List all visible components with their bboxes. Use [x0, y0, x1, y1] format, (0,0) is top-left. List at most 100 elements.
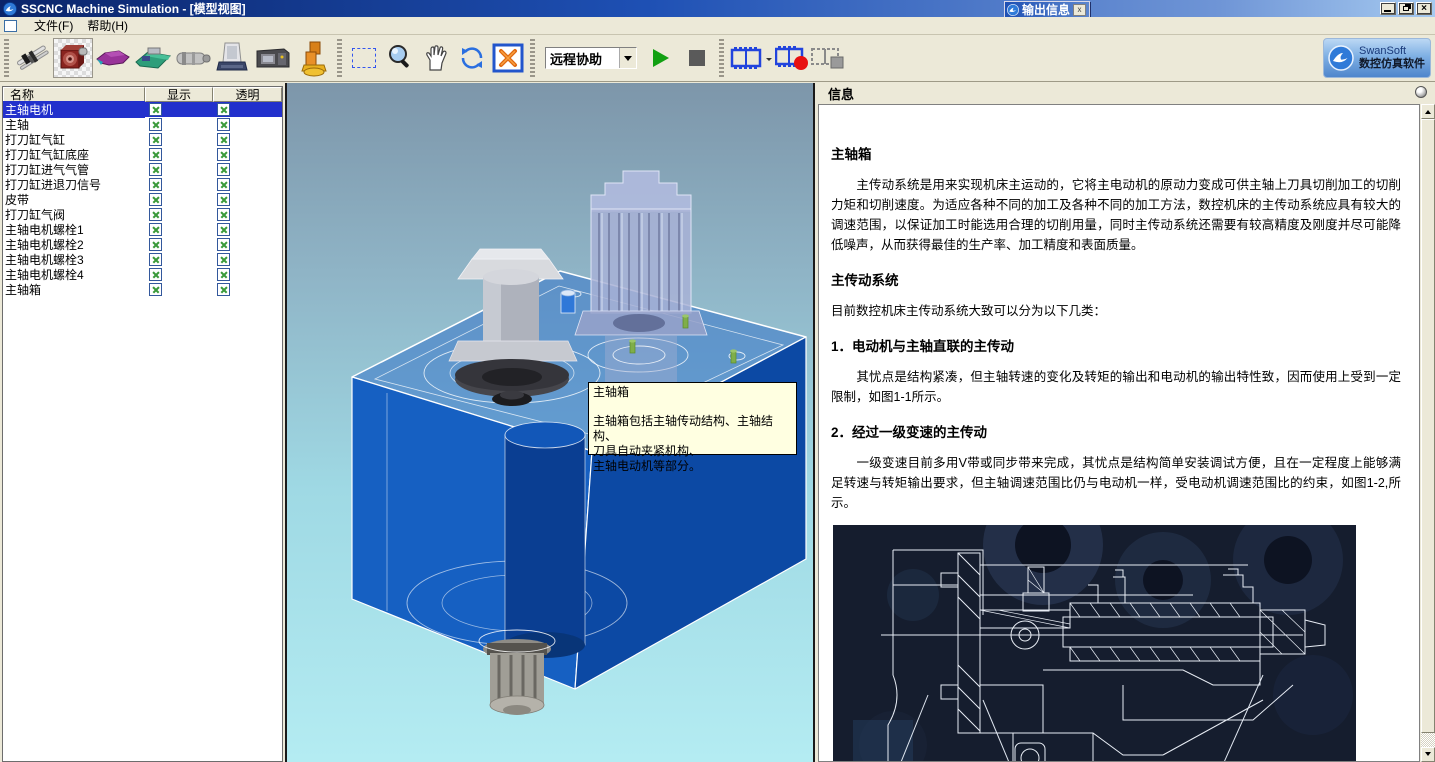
tree-row[interactable]: 主轴电机螺栓1 — [3, 222, 282, 237]
toolbar-grip[interactable] — [337, 39, 342, 77]
transparent-checkbox[interactable] — [217, 118, 230, 131]
model-viewport[interactable]: 主轴箱 主轴箱包括主轴传动结构、主轴结构、刀具自动夹紧机构、主轴电动机等部分。 — [285, 83, 815, 762]
remote-assist-combobox[interactable]: 远程协助 — [545, 47, 637, 69]
menu-bar: 文件(F) 帮助(H) × — [0, 17, 1435, 35]
stop-button[interactable] — [679, 38, 715, 78]
transparent-checkbox[interactable] — [217, 133, 230, 146]
tree-row[interactable]: 打刀缸气阀 — [3, 207, 282, 222]
combobox-dropdown-button[interactable] — [619, 48, 636, 68]
rotate-icon[interactable] — [454, 38, 490, 78]
transparent-checkbox[interactable] — [217, 253, 230, 266]
triangle-up-icon — [1425, 107, 1431, 114]
toolbar-grip[interactable] — [4, 39, 9, 77]
machine-bed-icon[interactable] — [133, 38, 173, 78]
tree-header-show[interactable]: 显示 — [145, 87, 213, 102]
transparent-checkbox[interactable] — [217, 178, 230, 191]
show-checkbox[interactable] — [149, 118, 162, 131]
transparent-checkbox[interactable] — [217, 223, 230, 236]
menu-help[interactable]: 帮助(H) — [80, 16, 135, 35]
child-window-icon[interactable] — [4, 20, 17, 32]
show-checkbox[interactable] — [149, 193, 162, 206]
scroll-up-button[interactable] — [1421, 104, 1435, 119]
spindle-shaft-icon[interactable] — [13, 38, 53, 78]
remote-assist-value: 远程协助 — [546, 49, 619, 68]
machine-part-icon[interactable] — [93, 38, 133, 78]
info-panel: 信息 主轴箱 主传动系统是用来实现机床主运动的，它将主电动机的原动力变成可供主轴… — [818, 83, 1435, 762]
tree-row[interactable]: 皮带 — [3, 192, 282, 207]
show-checkbox[interactable] — [149, 133, 162, 146]
info-paragraph: 主传动系统是用来实现机床主运动的，它将主电动机的原动力变成可供主轴上刀具切削加工… — [831, 175, 1401, 255]
transparent-checkbox[interactable] — [217, 238, 230, 251]
info-scrollbar[interactable] — [1421, 104, 1435, 762]
restore-button[interactable] — [1398, 2, 1414, 15]
toolbar: 远程协助 — [0, 35, 1435, 82]
app-icon — [3, 2, 17, 16]
show-checkbox[interactable] — [149, 268, 162, 281]
window-title: SSCNC Machine Simulation - [模型视图] — [21, 0, 246, 17]
minimize-button[interactable] — [1380, 2, 1396, 15]
show-checkbox[interactable] — [149, 103, 162, 116]
info-heading: 1．电动机与主轴直联的主传动 — [831, 335, 1401, 355]
part-name[interactable]: 主轴箱 — [3, 281, 145, 298]
transparent-checkbox[interactable] — [217, 208, 230, 221]
tree-row[interactable]: 打刀缸进气气管 — [3, 162, 282, 177]
show-checkbox[interactable] — [149, 178, 162, 191]
info-heading: 主轴箱 — [831, 143, 1401, 163]
spindle-box-icon[interactable] — [53, 38, 93, 78]
select-region-icon[interactable] — [346, 38, 382, 78]
show-checkbox[interactable] — [149, 238, 162, 251]
sphere-icon[interactable] — [1415, 86, 1427, 98]
zoom-icon[interactable] — [382, 38, 418, 78]
tool-magazine-icon[interactable] — [293, 38, 333, 78]
tree-row[interactable]: 主轴电机 — [3, 102, 282, 117]
toolbar-grip[interactable] — [530, 39, 535, 77]
close-button[interactable]: × — [1416, 2, 1432, 15]
show-checkbox[interactable] — [149, 253, 162, 266]
play-button[interactable] — [643, 38, 679, 78]
transparent-checkbox[interactable] — [217, 193, 230, 206]
swansoft-logo: SwanSoft 数控仿真软件 — [1323, 38, 1431, 78]
stop-icon — [689, 50, 705, 66]
animation-icon[interactable] — [728, 38, 764, 78]
show-checkbox[interactable] — [149, 223, 162, 236]
tree-row[interactable]: 打刀缸进退刀信号 — [3, 177, 282, 192]
tree-row[interactable]: 主轴电机螺栓3 — [3, 252, 282, 267]
show-checkbox[interactable] — [149, 163, 162, 176]
output-close-icon[interactable]: x — [1073, 4, 1086, 16]
transparent-checkbox[interactable] — [217, 148, 230, 161]
output-window-title: 输出信息 — [1022, 1, 1070, 18]
tooltip-body: 主轴箱包括主轴传动结构、主轴结构、刀具自动夹紧机构、主轴电动机等部分。 — [593, 414, 792, 474]
pan-icon[interactable] — [418, 38, 454, 78]
transparent-checkbox[interactable] — [217, 268, 230, 281]
animation-stop-icon[interactable] — [810, 38, 846, 78]
show-checkbox[interactable] — [149, 208, 162, 221]
chevron-down-icon[interactable] — [766, 58, 772, 61]
scroll-down-button[interactable] — [1421, 747, 1435, 762]
scrollbar-thumb[interactable] — [1421, 119, 1435, 733]
transparent-checkbox[interactable] — [217, 163, 230, 176]
tree-row[interactable]: 主轴电机螺栓4 — [3, 267, 282, 282]
menu-file[interactable]: 文件(F) — [27, 16, 80, 35]
tree-row[interactable]: 主轴电机螺栓2 — [3, 237, 282, 252]
tree-row[interactable]: 主轴 — [3, 117, 282, 132]
tree-row[interactable]: 打刀缸气缸底座 — [3, 147, 282, 162]
column-icon[interactable] — [213, 38, 253, 78]
animation-record-icon[interactable] — [774, 38, 810, 78]
info-content[interactable]: 主轴箱 主传动系统是用来实现机床主运动的，它将主电动机的原动力变成可供主轴上刀具… — [818, 104, 1420, 762]
tree-row[interactable]: 主轴箱 — [3, 282, 282, 297]
machine-tool-icon[interactable] — [253, 38, 293, 78]
show-checkbox[interactable] — [149, 148, 162, 161]
zoom-fit-icon[interactable] — [490, 38, 526, 78]
tree-header-name[interactable]: 名称 — [3, 87, 145, 102]
tree-row[interactable]: 打刀缸气缸 — [3, 132, 282, 147]
spindle-head-icon[interactable] — [173, 38, 213, 78]
model-tree-panel: 名称 显示 透明 主轴电机 主轴 打刀缸气缸 打刀缸气缸底座 打刀缸进 — [2, 86, 283, 762]
transparent-checkbox[interactable] — [217, 283, 230, 296]
output-window-titlebar[interactable]: 输出信息 x — [1004, 1, 1090, 18]
tree-header-transparent[interactable]: 透明 — [213, 87, 282, 102]
tooltip-title: 主轴箱 — [593, 385, 792, 400]
triangle-down-icon — [1425, 752, 1431, 759]
toolbar-grip[interactable] — [719, 39, 724, 77]
transparent-checkbox[interactable] — [217, 103, 230, 116]
show-checkbox[interactable] — [149, 283, 162, 296]
